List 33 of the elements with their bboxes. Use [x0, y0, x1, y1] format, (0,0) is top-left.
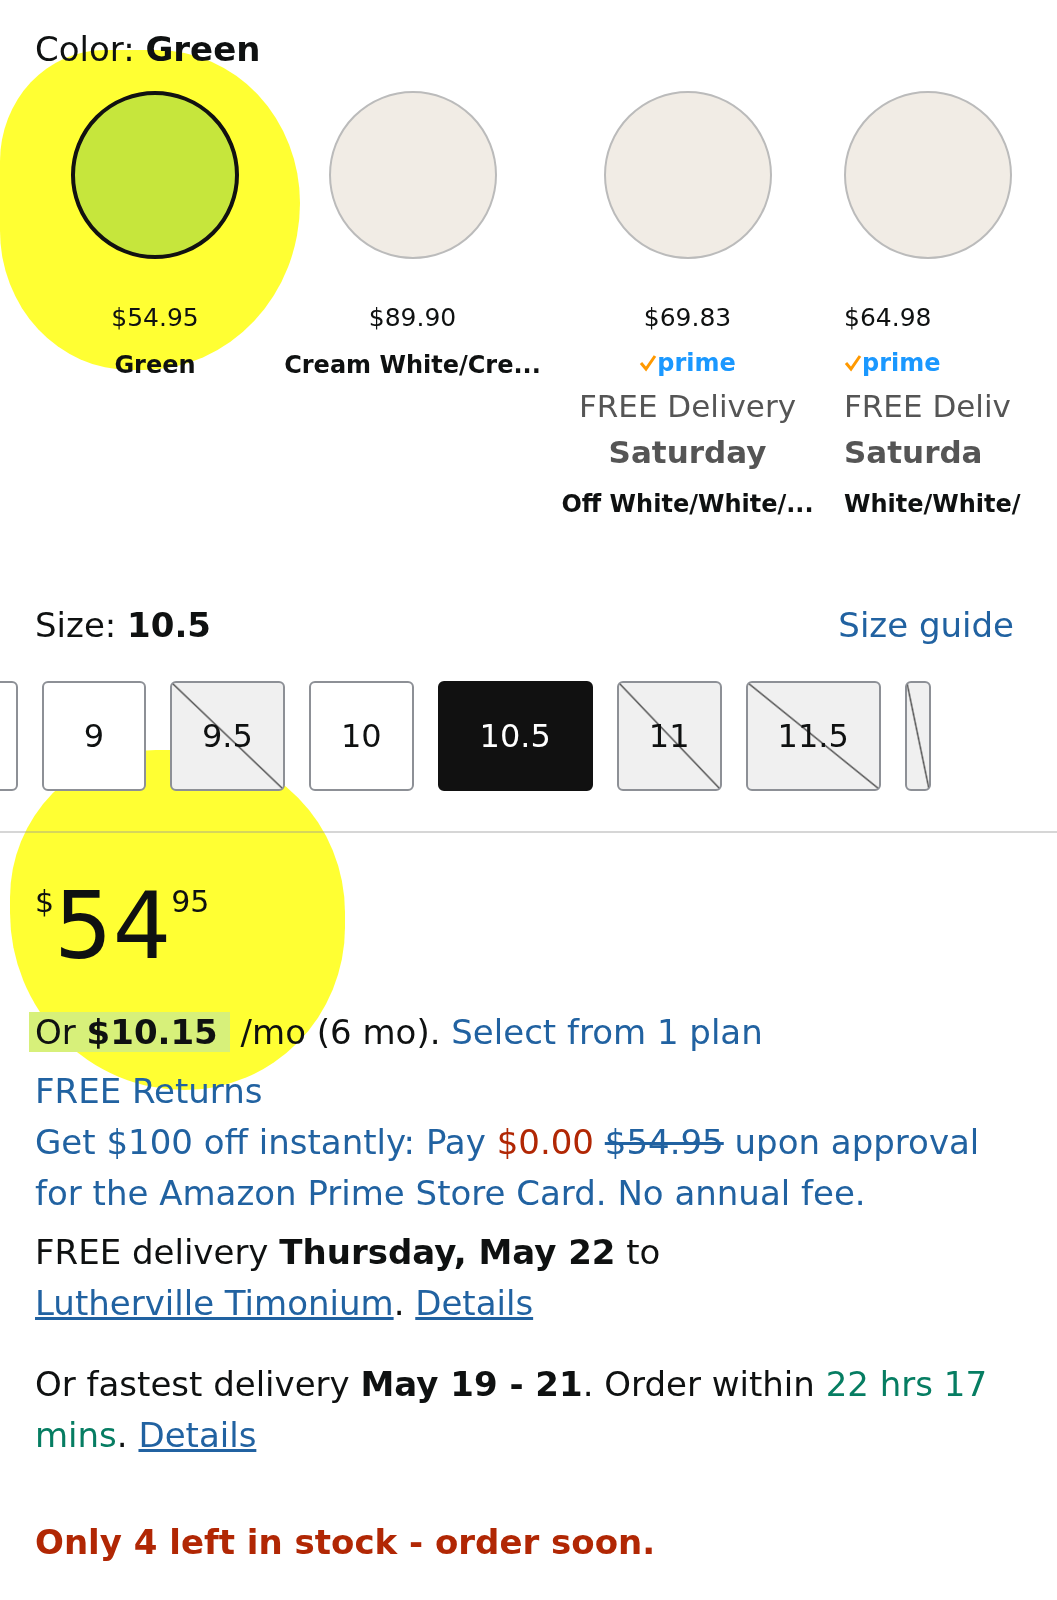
link[interactable]: Lutherville Timonium	[35, 1282, 394, 1323]
swatch-price: $69.83	[643, 302, 732, 334]
swatch-price: $64.98	[844, 302, 932, 334]
prime-badge: prime	[844, 344, 941, 381]
fastest-delivery-info: Or fastest delivery May 19 - 21. Order within 22 hrs 17 mins. Details	[35, 1362, 989, 1457]
stock-warning: Only 4 left in stock - order soon.	[35, 1520, 657, 1564]
size-option[interactable]: 9	[42, 680, 146, 791]
swatch-name: White/White/	[844, 488, 1021, 520]
link[interactable]: Details	[415, 1282, 534, 1323]
installment-term: /mo (6 mo).	[239, 1011, 442, 1052]
delivery-day: Saturda	[844, 429, 983, 476]
size-option[interactable]: 9.5	[170, 680, 285, 791]
selected-size: 10.5	[127, 604, 211, 645]
size-option[interactable]: 10.5	[437, 680, 593, 791]
prime-badge: prime	[639, 344, 736, 381]
swatch-price: $89.90	[368, 302, 457, 334]
selected-color-name: Green	[145, 29, 261, 69]
swatch-name: Cream White/Cre...	[284, 349, 541, 381]
size-label: Size:	[35, 604, 118, 645]
swatch-price: $54.95	[111, 302, 199, 334]
delivery-day: Saturday	[608, 429, 767, 476]
size-option[interactable]	[904, 680, 931, 791]
select-plan-link[interactable]: Select from 1 plan	[451, 1011, 763, 1052]
size-option[interactable]: 11	[616, 680, 722, 791]
delivery-note: FREE Deliv	[844, 386, 1011, 426]
size-option[interactable]: 10	[308, 680, 414, 791]
delivery-info: FREE delivery Thursday, May 22 to Lutherville Timonium. Details	[35, 1230, 662, 1325]
size-guide-link[interactable]: Size guide	[838, 599, 1014, 651]
link[interactable]: Details	[138, 1414, 257, 1455]
delivery-note: FREE Delivery	[578, 386, 797, 426]
swatch-name: Off White/White/...	[561, 488, 814, 520]
installment-amount: Or $10.15	[29, 1011, 230, 1052]
card-offer-text: Get $100 off instantly: Pay $0.00 $54.95 upon approval for the Amazon Prime Store Card. No annual fee.	[35, 1120, 981, 1215]
